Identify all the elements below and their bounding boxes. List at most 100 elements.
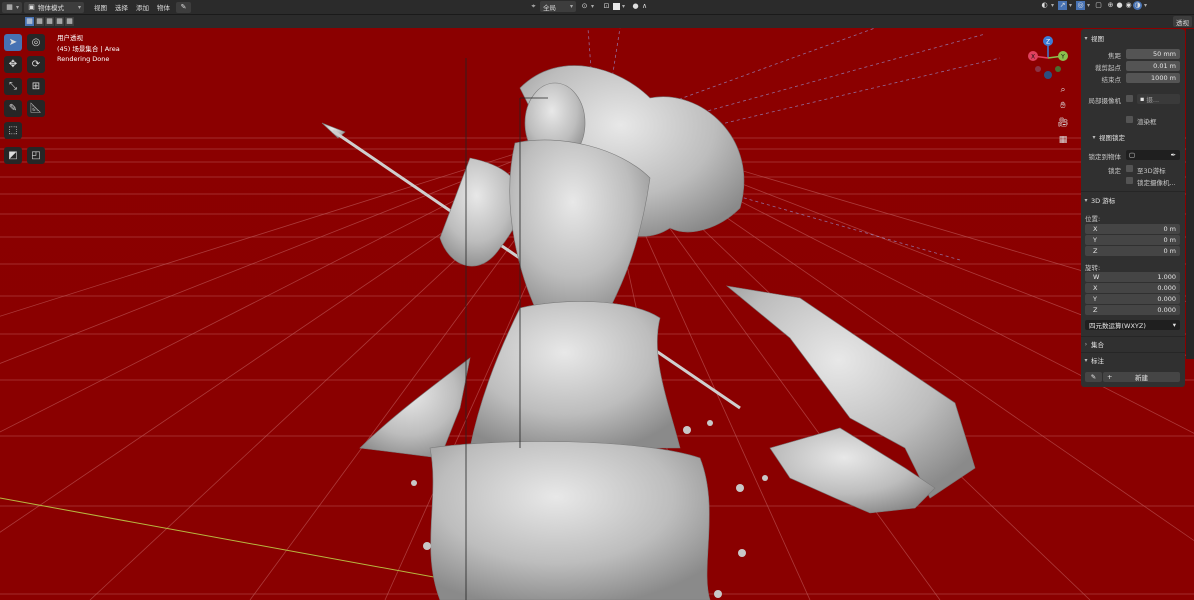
annotation-new-label: 新建 xyxy=(1135,374,1148,382)
chevron-down-icon: ▾ xyxy=(1172,321,1176,329)
cursor-rot-z-label: Z xyxy=(1093,306,1098,314)
sidebar-tabs[interactable] xyxy=(1186,29,1194,359)
cursor-rot-z-field[interactable]: Z 0.000 xyxy=(1085,305,1180,315)
gpencil-icon[interactable]: ✎ xyxy=(176,1,192,13)
local-camera-checkbox[interactable] xyxy=(1126,95,1133,102)
frame-icon: ◰ xyxy=(31,150,41,161)
select-extend-icon[interactable]: ▦ xyxy=(35,17,44,26)
editor-type-button[interactable]: ▦ ▾ xyxy=(2,1,23,13)
camera-tool-b[interactable]: ◰ xyxy=(27,147,45,164)
local-camera-field[interactable]: ▪ 摄... xyxy=(1137,94,1180,104)
hand-pan-icon[interactable]: ✋︎ xyxy=(1056,99,1070,113)
camera-view-icon[interactable]: 🎥︎ xyxy=(1056,116,1070,130)
zoom-icon[interactable]: ⌕ xyxy=(1056,83,1070,97)
select-invert-icon[interactable]: ▦ xyxy=(55,17,64,26)
cursor-z-field[interactable]: Z 0 m xyxy=(1085,246,1180,256)
viewport-scene xyxy=(0,28,1194,600)
select-new-icon[interactable]: ▦ xyxy=(25,17,34,26)
transform-tool[interactable]: ⊞ xyxy=(27,78,45,95)
cursor-rot-w-field[interactable]: W 1.000 xyxy=(1085,272,1180,282)
annotation-new-button[interactable]: + 新建 xyxy=(1103,372,1180,382)
cursor-rot-y-label: Y xyxy=(1093,295,1097,303)
cursor-rot-y-field[interactable]: Y 0.000 xyxy=(1085,294,1180,304)
move-tool[interactable]: ✥ xyxy=(4,56,22,73)
lock-camera-checkbox[interactable] xyxy=(1126,177,1133,184)
cursor-y-value: 0 m xyxy=(1163,236,1176,244)
annotate-tool[interactable]: ✎ xyxy=(4,100,22,117)
section-annotation-header[interactable]: ▾ 标注 xyxy=(1081,353,1104,367)
clip-end-field[interactable]: 1000 m xyxy=(1126,73,1180,83)
cursor-location-label: 位置: xyxy=(1085,215,1101,223)
proportional-editing-icon[interactable]: ● xyxy=(631,2,640,11)
perspective-grid-icon[interactable]: ▦ xyxy=(1056,133,1070,147)
3d-viewport[interactable] xyxy=(0,28,1194,600)
gizmo-toggle-icon[interactable]: ↗ xyxy=(1058,1,1068,10)
menu-select[interactable]: 选择 xyxy=(111,2,132,12)
select-box-tool[interactable]: ➤ xyxy=(4,34,22,51)
gizmo-z-label: Z xyxy=(1046,39,1050,46)
rotation-mode-select[interactable]: 四元数运算(WXYZ) ▾ xyxy=(1085,320,1180,330)
image-icon: ◩ xyxy=(8,150,18,161)
cursor-tool[interactable]: ◎ xyxy=(27,34,45,51)
section-view-header[interactable]: ▾ 视图 xyxy=(1081,31,1104,45)
section-view-lock-header[interactable]: ▾ 视图锁定 xyxy=(1089,130,1125,144)
mode-select[interactable]: ▣ 物体模式 ▾ xyxy=(24,1,85,13)
menu-object[interactable]: 物体 xyxy=(153,2,174,12)
cursor-rotation-label: 旋转: xyxy=(1085,264,1101,272)
shading-rendered-icon[interactable]: ◑ xyxy=(1133,1,1143,10)
chevron-down-icon: ▾ xyxy=(1084,356,1088,364)
menu-view[interactable]: 视图 xyxy=(90,2,111,12)
focal-length-field[interactable]: 50 mm xyxy=(1126,49,1180,59)
transform-orientation-select[interactable]: 全局 ▾ xyxy=(540,1,576,12)
chevron-down-icon: ▾ xyxy=(1144,2,1148,9)
pivot-point-icon[interactable]: ⊙ xyxy=(580,2,589,11)
clip-start-label: 裁剪起点 xyxy=(1095,64,1121,72)
cursor-rot-w-label: W xyxy=(1093,273,1100,281)
collection-info: (45) 场景集合 | Area xyxy=(57,44,120,53)
local-camera-value: 摄... xyxy=(1146,96,1160,104)
section-view-title: 视图 xyxy=(1091,35,1104,43)
cursor-x-field[interactable]: X 0 m xyxy=(1085,224,1180,234)
tool-settings-bar: ▦ ▦ ▦ ▦ ▦ 透视 xyxy=(0,15,1194,28)
snap-icon[interactable]: ⊡ xyxy=(602,2,611,11)
scale-icon: ⤡ xyxy=(9,81,17,92)
scale-tool[interactable]: ⤡ xyxy=(4,78,22,95)
navigation-gizmo[interactable]: Z Y X xyxy=(1022,32,1074,84)
snap-target-icon[interactable] xyxy=(613,3,621,10)
overlay-right-button[interactable]: 透视 xyxy=(1173,16,1192,27)
clip-start-field[interactable]: 0.01 m xyxy=(1126,61,1180,71)
visibility-icon[interactable]: ◐ xyxy=(1040,1,1049,10)
lock-to-object-field[interactable]: ▢ ✒︎ xyxy=(1126,150,1180,160)
chevron-down-icon: ▾ xyxy=(1092,133,1096,141)
cursor-y-field[interactable]: Y 0 m xyxy=(1085,235,1180,245)
cursor-rot-x-field[interactable]: X 0.000 xyxy=(1085,283,1180,293)
chevron-down-icon: ▾ xyxy=(569,3,573,10)
clip-end-label: 结束点 xyxy=(1101,76,1122,84)
rotate-tool[interactable]: ⟳ xyxy=(27,56,45,73)
overlays-toggle-icon[interactable]: ◎ xyxy=(1076,1,1086,10)
shading-wireframe-icon[interactable]: ⊕ xyxy=(1106,1,1115,10)
section-cursor-header[interactable]: ▾ 3D 游标 xyxy=(1081,193,1115,207)
camera-tool-a[interactable]: ◩ xyxy=(4,147,22,164)
measure-tool[interactable]: 📐︎ xyxy=(27,100,45,117)
cursor-x-label: X xyxy=(1093,225,1098,233)
select-intersect-icon[interactable]: ▦ xyxy=(65,17,74,26)
cursor-rot-w-value: 1.000 xyxy=(1157,273,1176,281)
view-name: 用户透视 xyxy=(57,34,83,42)
add-cube-tool[interactable]: ⬚ xyxy=(4,122,22,139)
section-collection-header[interactable]: › 集合 xyxy=(1081,337,1104,351)
transform-icon: ⊞ xyxy=(31,81,41,92)
shading-solid-icon[interactable]: ● xyxy=(1115,1,1124,10)
eyedropper-icon[interactable]: ✒︎ xyxy=(1171,151,1176,159)
rotate-icon: ⟳ xyxy=(31,59,41,70)
menu-add[interactable]: 添加 xyxy=(132,2,153,12)
proportional-falloff-icon[interactable]: ∧ xyxy=(640,2,649,11)
cursor-z-value: 0 m xyxy=(1163,247,1176,255)
cursor-rot-x-label: X xyxy=(1093,284,1098,292)
lock-cursor-checkbox[interactable] xyxy=(1126,165,1133,172)
annotation-layer-select[interactable]: ✎ xyxy=(1085,372,1102,382)
shading-material-icon[interactable]: ◉ xyxy=(1124,1,1133,10)
select-subtract-icon[interactable]: ▦ xyxy=(45,17,54,26)
render-region-checkbox[interactable] xyxy=(1126,116,1133,123)
xray-toggle-icon[interactable]: ▢ xyxy=(1094,1,1103,10)
